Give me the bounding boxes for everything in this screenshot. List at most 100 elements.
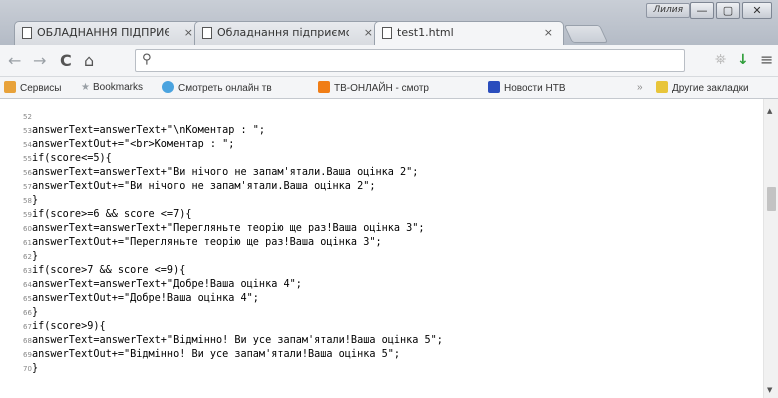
code-text: answerText=answerText+"\nКоментар : "; [32,125,266,136]
window-controls: — ▢ ✕ [690,2,772,19]
line-number: 61 [23,239,32,247]
vertical-scrollbar[interactable]: ▲ ▼ [763,99,778,398]
code-line: 59if(score>=6 && score <=7){ [0,208,760,222]
line-number: 63 [23,267,32,275]
code-line: 69answerTextOut+="Відмінно! Ви усе запам… [0,348,760,362]
code-text: } [32,195,39,206]
apps-icon [4,81,16,93]
back-arrow-icon[interactable]: ← [8,51,21,71]
tab-obladnannya-1[interactable]: ОБЛАДНАННЯ ПІДПРИЄ × [14,21,204,45]
code-line: 63if(score>7 && score <=9){ [0,264,760,278]
line-number: 57 [23,183,32,191]
tab-close-icon[interactable]: × [364,22,373,44]
code-line: 65answerTextOut+="Добре!Ваша оцінка 4"; [0,292,760,306]
tab-obladnannya-2[interactable]: Обладнання підприємст × [194,21,384,45]
address-input[interactable] [160,52,670,69]
tab-close-icon[interactable]: × [184,22,193,44]
line-number: 64 [23,281,32,289]
code-text: answerTextOut+="Добре!Ваша оцінка 4"; [32,293,259,304]
scroll-down-icon[interactable]: ▼ [767,386,772,394]
scroll-up-icon[interactable]: ▲ [767,107,772,115]
bookmark-bookmarks[interactable]: ★ Bookmarks [81,81,143,95]
close-window-button[interactable]: ✕ [742,2,772,19]
code-line: 55if(score<=5){ [0,152,760,166]
line-number: 58 [23,197,32,205]
bookmark-other[interactable]: Другие закладки [656,81,749,96]
line-number: 52 [23,113,32,121]
tab-title: Обладнання підприємст [217,26,349,39]
code-line: 64answerText=answerText+"Добре!Ваша оцін… [0,278,760,292]
code-text: if(score<=5){ [32,153,112,164]
line-number: 62 [23,253,32,261]
code-line: 68answerText=answerText+"Відмінно! Ви ус… [0,334,760,348]
code-text: if(score>7 && score <=9){ [32,265,186,276]
search-icon: ⚲ [142,52,152,67]
browser-toolbar: ← → C ⌂ ⚲ ⛯ ↓ ≡ [0,45,778,77]
star-icon: ★ [81,82,90,93]
code-text: answerText=answerText+"Відмінно! Ви усе … [32,335,443,346]
line-number: 67 [23,323,32,331]
download-extension-icon[interactable]: ↓ [737,52,749,68]
bookmarks-overflow-button[interactable]: » [637,81,643,95]
bookmark-ntv-news[interactable]: Новости НТВ [488,81,566,96]
code-text: if(score>9){ [32,321,106,332]
tab-close-icon[interactable]: × [544,22,553,44]
code-line: 70} [0,362,760,376]
profile-button[interactable]: Лилия [646,3,690,18]
new-tab-button[interactable] [563,25,609,43]
menu-icon[interactable]: ≡ [760,52,773,68]
code-line: 62} [0,250,760,264]
code-line: 57answerTextOut+="Ви нічого не запам'ята… [0,180,760,194]
code-text: answerTextOut+="<br>Коментар : "; [32,139,235,150]
title-bar: Лилия — ▢ ✕ ОБЛАДНАННЯ ПІДПРИЄ × Обладна… [0,0,778,45]
tab-title: test1.html [397,26,454,39]
line-number: 56 [23,169,32,177]
bookmark-services[interactable]: Сервисы [4,81,61,96]
code-text: answerTextOut+="Відмінно! Ви усе запам'я… [32,349,401,360]
tab-title: ОБЛАДНАННЯ ПІДПРИЄ [37,26,169,39]
line-number: 60 [23,225,32,233]
code-line: 67if(score>9){ [0,320,760,334]
code-line: 54answerTextOut+="<br>Коментар : "; [0,138,760,152]
forward-arrow-icon[interactable]: → [33,51,46,71]
line-number: 69 [23,351,32,359]
code-text: } [32,363,39,374]
address-bar[interactable]: ⚲ [135,49,685,72]
tab-strip: ОБЛАДНАННЯ ПІДПРИЄ × Обладнання підприєм… [14,21,609,45]
ntv-icon [488,81,500,93]
line-number: 70 [23,365,32,373]
bookmark-tv-online[interactable]: ТВ-ОНЛАЙН - смотр [318,81,429,96]
code-line: 56answerText=answerText+"Ви нічого не за… [0,166,760,180]
code-text: } [32,307,39,318]
extension-icon[interactable]: ⛯ [715,52,726,68]
page-content: 52 53answerText=answerText+"\nКоментар :… [0,99,778,398]
home-icon[interactable]: ⌂ [84,51,94,71]
document-icon [22,27,32,39]
code-text: answerText=answerText+"Добре!Ваша оцінка… [32,279,302,290]
line-number: 68 [23,337,32,345]
document-icon [382,27,392,39]
code-line: 53answerText=answerText+"\nКоментар : "; [0,124,760,138]
code-text: answerTextOut+="Ви нічого не запам'ятали… [32,181,376,192]
tv-icon [162,81,174,93]
maximize-button[interactable]: ▢ [716,2,740,19]
line-number: 59 [23,211,32,219]
line-number: 55 [23,155,32,163]
line-number: 66 [23,309,32,317]
reload-icon[interactable]: C [60,51,72,71]
scrollbar-thumb[interactable] [767,187,776,211]
bookmarks-bar: Сервисы ★ Bookmarks Смотреть онлайн тв ТВ… [0,77,778,99]
line-number: 53 [23,127,32,135]
minimize-button[interactable]: — [690,2,714,19]
code-text: answerText=answerText+"Перегляньте теорі… [32,223,425,234]
code-text: } [32,251,39,262]
tab-test1[interactable]: test1.html × [374,21,564,45]
folder-icon [656,81,668,93]
bookmark-watch-tv[interactable]: Смотреть онлайн тв [162,81,272,96]
code-line: 66} [0,306,760,320]
code-text: answerText=answerText+"Ви нічого не запа… [32,167,419,178]
code-text: if(score>=6 && score <=7){ [32,209,192,220]
line-number: 65 [23,295,32,303]
document-icon [202,27,212,39]
code-line: 52 [0,110,760,124]
